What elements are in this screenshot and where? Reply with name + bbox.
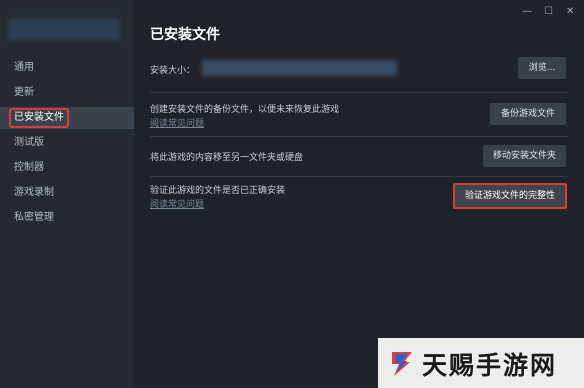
watermark: 天赐手游网 [378, 338, 584, 388]
sidebar-item-label: 测试版 [14, 137, 44, 148]
divider [150, 136, 568, 137]
divider [150, 176, 568, 177]
sidebar-item-label: 通用 [14, 62, 34, 73]
sidebar-item-general[interactable]: 通用 [0, 57, 134, 79]
verify-faq-link[interactable]: 阅读常见问题 [150, 197, 204, 210]
move-install-folder-button[interactable]: 移动安装文件夹 [483, 145, 566, 167]
sidebar-item-updates[interactable]: 更新 [0, 82, 134, 104]
sidebar-item-label: 已安装文件 [9, 108, 69, 128]
sidebar-item-label: 私密管理 [14, 212, 54, 223]
close-icon[interactable]: ✕ [566, 6, 574, 17]
sidebar: 通用 更新 已安装文件 测试版 控制器 游戏录制 私密管理 [0, 0, 134, 388]
sidebar-item-controller[interactable]: 控制器 [0, 157, 134, 179]
maximize-icon[interactable]: ☐ [544, 6, 553, 17]
sidebar-item-betas[interactable]: 测试版 [0, 132, 134, 154]
backup-faq-link[interactable]: 阅读常见问题 [150, 116, 204, 129]
watermark-logo-icon [392, 352, 412, 376]
sidebar-item-label: 控制器 [14, 162, 44, 173]
move-description: 将此游戏的内容移至另一文件夹或硬盘 [150, 153, 304, 163]
sidebar-item-label: 游戏录制 [14, 187, 54, 198]
sidebar-item-game-recording[interactable]: 游戏录制 [0, 182, 134, 204]
backup-description: 创建安装文件的备份文件，以便未来恢复此游戏 [150, 105, 340, 115]
game-title-blurred [8, 18, 120, 40]
page-title: 已安装文件 [150, 27, 220, 43]
sidebar-item-installed-files[interactable]: 已安装文件 [0, 107, 134, 129]
browse-button[interactable]: 浏览... [518, 57, 566, 79]
verify-description: 验证此游戏的文件是否已正确安装 [150, 186, 286, 196]
install-size-value-blurred [202, 60, 397, 76]
sidebar-item-privacy[interactable]: 私密管理 [0, 207, 134, 229]
minimize-icon[interactable]: — [522, 6, 532, 17]
install-size-label: 安装大小： [150, 66, 196, 76]
verify-integrity-button[interactable]: 验证游戏文件的完整性 [453, 183, 567, 209]
backup-game-files-button[interactable]: 备份游戏文件 [490, 103, 566, 125]
main-panel: — ☐ ✕ 已安装文件 安装大小： 浏览... 创建安装文件的备份文件，以便未来… [134, 0, 584, 388]
divider [150, 92, 568, 93]
sidebar-item-label: 更新 [14, 87, 34, 98]
watermark-text: 天赐手游网 [422, 351, 558, 380]
